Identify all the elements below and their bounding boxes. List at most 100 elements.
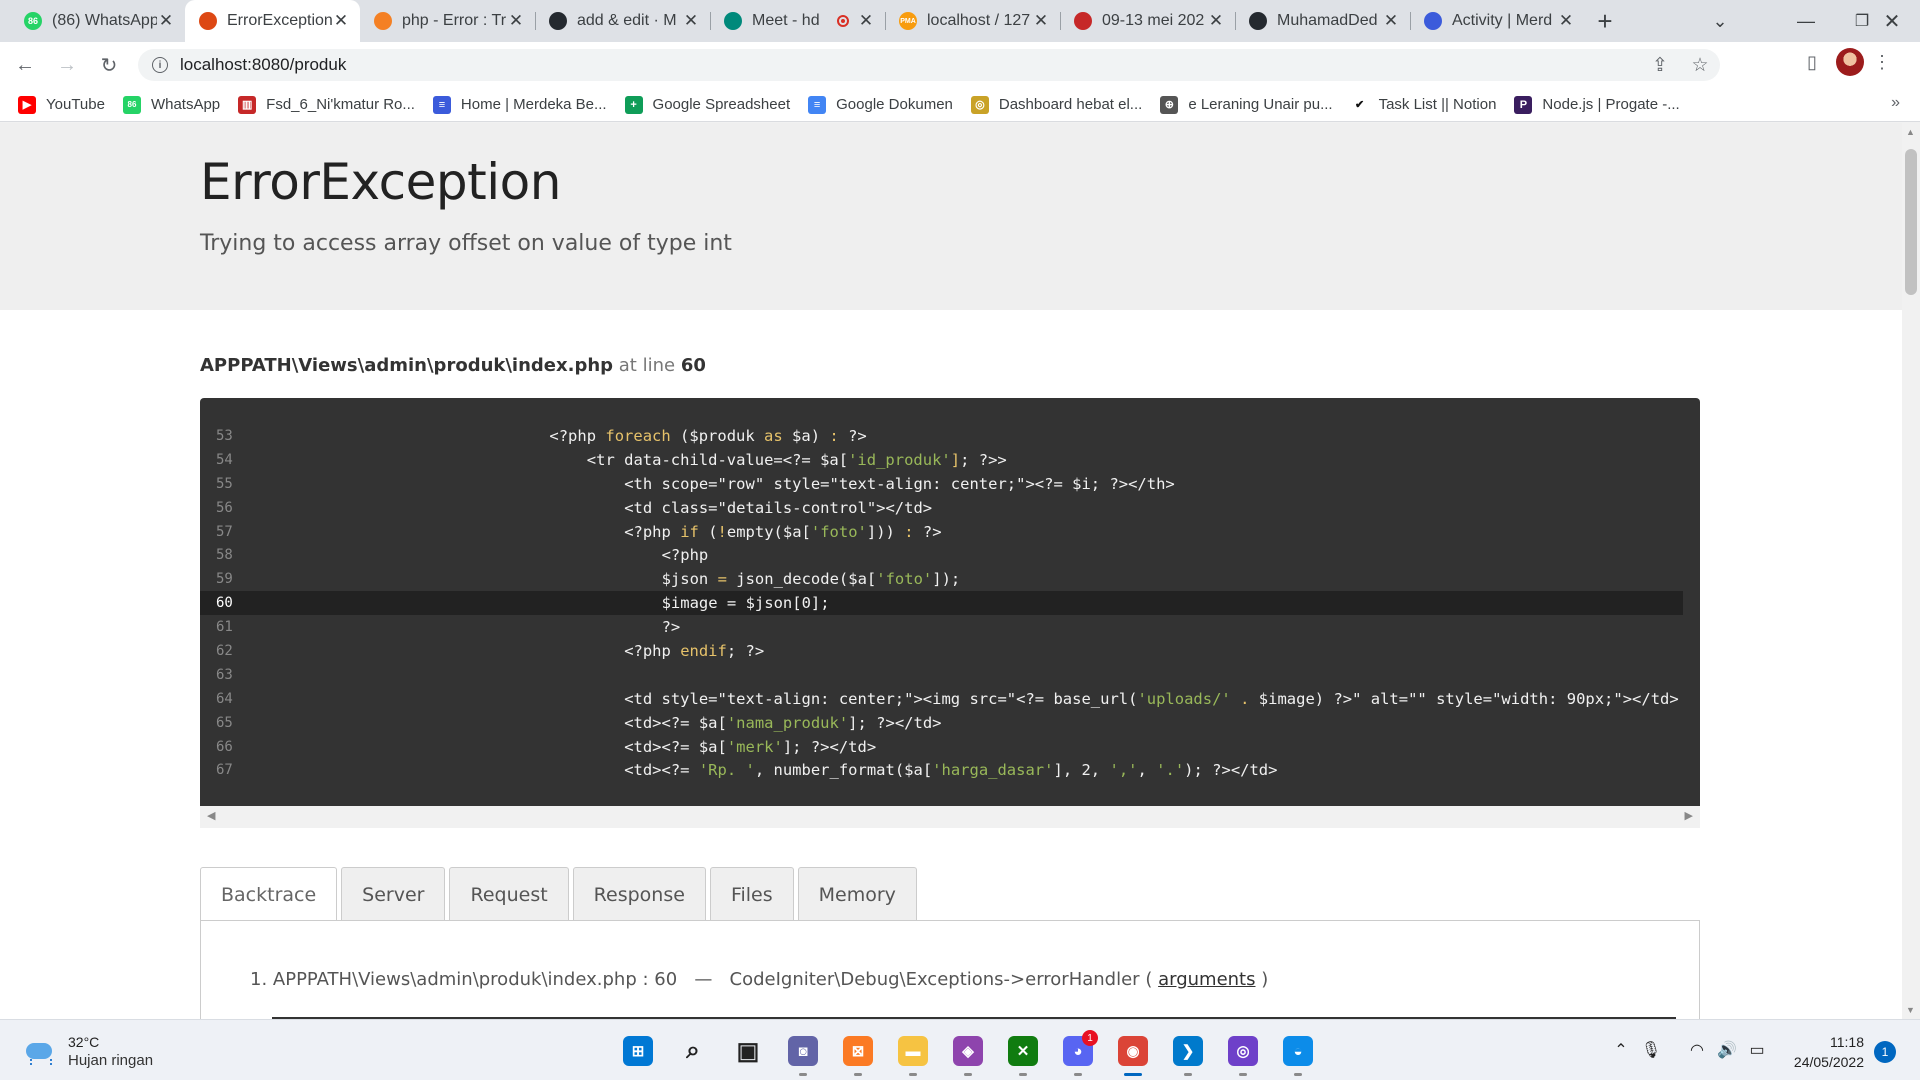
taskbar-app[interactable]: ❯	[1162, 1032, 1214, 1076]
taskbar-app[interactable]: ◕ 1	[1052, 1030, 1104, 1076]
browser-tab[interactable]: Meet - hd ✕	[710, 0, 885, 42]
profile-avatar[interactable]	[1836, 48, 1864, 76]
line-number: 61	[216, 619, 233, 636]
browser-tab[interactable]: 09-13 mei 202 ✕	[1060, 0, 1235, 42]
site-info-icon[interactable]: i	[152, 57, 168, 73]
scroll-right-icon[interactable]: ▶	[1685, 809, 1693, 822]
back-icon[interactable]: ←	[8, 48, 42, 82]
merdeka-icon: ≡	[432, 95, 451, 114]
scrollbar-thumb[interactable]	[1905, 149, 1917, 295]
bookmark-item[interactable]: ⊕ e Leraning Unair pu...	[1160, 95, 1333, 114]
bookmark-star-icon[interactable]: ☆	[1680, 54, 1720, 77]
close-tab-icon[interactable]: ✕	[1207, 11, 1225, 31]
tab-server[interactable]: Server	[341, 867, 446, 921]
line-number: 65	[216, 714, 233, 731]
battery-icon[interactable]: ▭	[1742, 1040, 1772, 1060]
browser-tab[interactable]: add & edit · M ✕	[535, 0, 710, 42]
page-vertical-scrollbar[interactable]: ▲ ▼	[1902, 123, 1920, 1019]
code-text: $json = json_decode($a['foto']);	[661, 570, 961, 589]
bookmark-item[interactable]: ▥ Fsd_6_Ni'kmatur Ro...	[238, 95, 415, 114]
line-number: 64	[216, 690, 233, 707]
taskbar-app[interactable]: ▣	[722, 1032, 774, 1070]
code-horizontal-scrollbar[interactable]: ◀ ▶	[200, 806, 1700, 828]
bookmark-item[interactable]: ≡ Home | Merdeka Be...	[432, 95, 607, 114]
close-tab-icon[interactable]: ✕	[682, 11, 700, 31]
sheets-icon: +	[624, 95, 643, 114]
taskbar-app[interactable]: ⌕	[667, 1032, 719, 1070]
close-tab-icon[interactable]: ✕	[332, 11, 350, 31]
close-tab-icon[interactable]: ✕	[157, 11, 175, 31]
taskbar-app[interactable]: ⊞	[612, 1032, 664, 1070]
error-message: Trying to access array offset on value o…	[200, 231, 732, 256]
code-text: <?php	[661, 546, 709, 565]
error-file: APPPATH\Views\admin\produk\index.php	[200, 355, 614, 376]
clock[interactable]: 11:18 24/05/2022	[1780, 1032, 1864, 1072]
search-icon: ⌕	[678, 1036, 708, 1066]
taskbar-app[interactable]: ▬	[887, 1032, 939, 1076]
address-bar[interactable]: i localhost:8080/produk ⇪ ☆	[138, 49, 1720, 81]
microphone-icon[interactable]: 🎙	[1636, 1040, 1666, 1060]
browser-tab[interactable]: Activity | Merd ✕	[1410, 0, 1585, 42]
tab-response[interactable]: Response	[572, 867, 706, 921]
bookmark-item[interactable]: ✔ Task List || Notion	[1350, 95, 1496, 114]
tab-files[interactable]: Files	[709, 867, 794, 921]
running-indicator	[1124, 1073, 1142, 1076]
chevron-up-icon[interactable]: ⌃	[1606, 1040, 1636, 1060]
bookmark-item[interactable]: P Node.js | Progate -...	[1514, 95, 1680, 114]
url-text[interactable]: localhost:8080/produk	[180, 55, 346, 75]
tab-memory[interactable]: Memory	[797, 867, 917, 921]
menu-icon[interactable]: ⋮	[1870, 52, 1894, 73]
bookmark-item[interactable]: ≡ Google Dokumen	[808, 95, 953, 114]
forward-icon[interactable]: →	[50, 48, 84, 82]
browser-tab[interactable]: ErrorException ✕	[185, 0, 360, 42]
browser-tab[interactable]: MuhamadDed ✕	[1235, 0, 1410, 42]
arguments-link[interactable]: arguments	[1158, 969, 1255, 990]
new-tab-button[interactable]: +	[1585, 0, 1625, 42]
taskbar-app[interactable]: ✕	[997, 1032, 1049, 1076]
side-panel-icon[interactable]: ▯	[1794, 52, 1830, 73]
line-number: 55	[216, 475, 233, 492]
tab-title: (86) WhatsApp	[52, 12, 157, 29]
reload-icon[interactable]: ↻	[92, 48, 126, 82]
tab-backtrace[interactable]: Backtrace	[200, 867, 338, 921]
weather-widget[interactable]: 32°C Hujan ringan	[22, 1034, 153, 1069]
browser-tab[interactable]: php - Error : Tr ✕	[360, 0, 535, 42]
close-tab-icon[interactable]: ✕	[1382, 11, 1400, 31]
bookmark-item[interactable]: ◎ Dashboard hebat el...	[970, 95, 1142, 114]
browser-tab[interactable]: PMA localhost / 127 ✕	[885, 0, 1060, 42]
code-text: <td class="details-control"></td>	[624, 498, 933, 517]
taskbar-app[interactable]: ◈	[942, 1032, 994, 1076]
taskbar-app[interactable]: ◎	[1217, 1032, 1269, 1076]
close-window-button[interactable]: ✕	[1864, 0, 1920, 42]
taskbar-app[interactable]: ◒	[1272, 1032, 1324, 1076]
tab-search-icon[interactable]: ⌄	[1692, 0, 1748, 42]
backtrace-item: 1. APPPATH\Views\admin\produk\index.php …	[250, 969, 1268, 990]
more-bookmarks-icon[interactable]: »	[1891, 94, 1900, 112]
bookmark-item[interactable]: ▶ YouTube	[18, 95, 105, 114]
taskbar-app[interactable]: ◙	[777, 1032, 829, 1076]
xbox-icon: ✕	[1008, 1036, 1038, 1066]
code-line: 65 <td><?= $a['nama_produk']; ?></td>	[200, 711, 1700, 735]
close-tab-icon[interactable]: ✕	[1032, 11, 1050, 31]
close-tab-icon[interactable]: ✕	[507, 11, 525, 31]
bookmark-item[interactable]: 86 WhatsApp	[122, 95, 220, 114]
scroll-down-icon[interactable]: ▼	[1906, 1005, 1915, 1015]
taskbar-app[interactable]: ⊠	[832, 1032, 884, 1076]
volume-icon[interactable]: 🔊	[1712, 1040, 1742, 1060]
browser-tab[interactable]: 86 (86) WhatsApp ✕	[10, 0, 185, 42]
code-line: 55 <th scope="row" style="text-align: cen…	[200, 472, 1700, 496]
notification-badge[interactable]: 1	[1874, 1041, 1896, 1063]
bookmark-item[interactable]: + Google Spreadsheet	[624, 95, 790, 114]
close-tab-icon[interactable]: ✕	[1557, 11, 1575, 31]
share-icon[interactable]: ⇪	[1640, 54, 1680, 77]
github-desktop-icon: ◎	[1228, 1036, 1258, 1066]
wifi-icon[interactable]: ◠	[1682, 1040, 1712, 1060]
scroll-left-icon[interactable]: ◀	[207, 809, 215, 822]
close-tab-icon[interactable]: ✕	[857, 11, 875, 31]
code-text: <td><?= $a['nama_produk']; ?></td>	[624, 713, 942, 732]
taskbar-app[interactable]: ◉	[1107, 1032, 1159, 1076]
line-number: 67	[216, 762, 233, 779]
scroll-up-icon[interactable]: ▲	[1906, 127, 1915, 137]
tab-request[interactable]: Request	[449, 867, 569, 921]
minimize-button[interactable]: —	[1778, 0, 1834, 42]
